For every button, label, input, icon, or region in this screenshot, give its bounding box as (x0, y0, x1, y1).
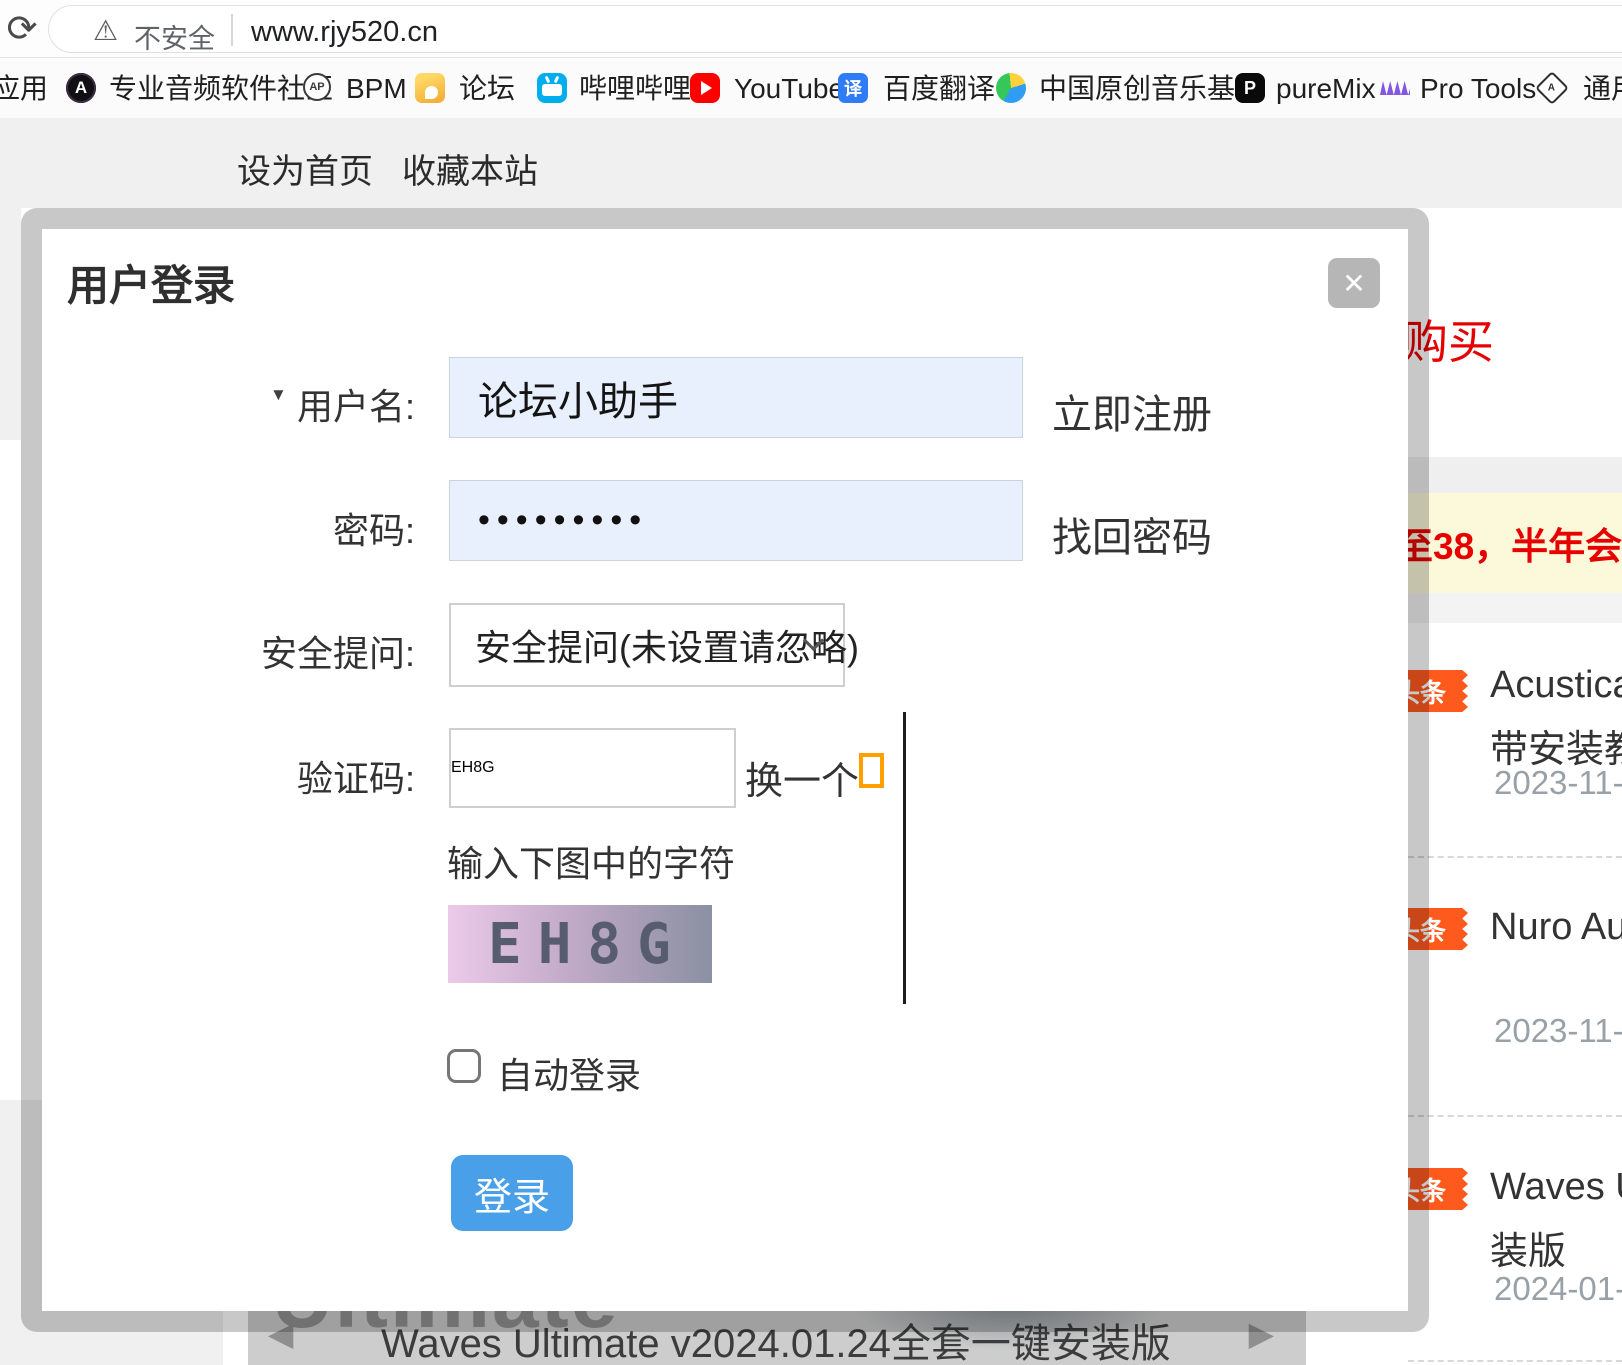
news-divider (1408, 856, 1622, 858)
bookmark-bilibili[interactable]: 哔哩哔哩 (579, 59, 691, 118)
captcha-image-text: EH8G (448, 912, 687, 977)
forum-icon[interactable] (415, 73, 445, 103)
bookmark-puremix[interactable]: pureMix (1276, 59, 1376, 118)
bookmarks-bar: 应用 A 专业音频软件社区 AP BPM 论坛 哔哩哔哩 YouTube 译 百… (0, 59, 1622, 118)
register-link[interactable]: 立即注册 (1052, 382, 1212, 440)
tv-screen-icon (542, 84, 562, 96)
captcha-input[interactable]: EH8G (449, 728, 736, 808)
browser-toolbar: ⟳ ⚠ 不安全 www.rjy520.cn (0, 0, 1622, 58)
login-modal: 用户登录 ✕ ▼ 用户名: 论坛小助手 立即注册 密码: ••••••••• 找… (21, 208, 1429, 1332)
username-value: 论坛小助手 (450, 369, 678, 427)
audio-community-icon[interactable]: A (66, 73, 96, 103)
bookmark-forum[interactable]: 论坛 (459, 59, 515, 118)
bookmark-site-link[interactable]: 收藏本站 (402, 144, 538, 193)
address-bar[interactable]: ⚠ 不安全 www.rjy520.cn (48, 5, 1622, 53)
bookmark-audio-community[interactable]: 专业音频软件社区 (109, 59, 333, 118)
music-base-icon[interactable] (996, 73, 1026, 103)
news-title[interactable]: Acustica (1490, 664, 1622, 707)
bookmark-youtube[interactable]: YouTube (734, 59, 844, 118)
bilibili-icon[interactable] (537, 73, 567, 103)
bookmark-bpm[interactable]: BPM (346, 59, 407, 118)
url-text[interactable]: www.rjy520.cn (251, 16, 438, 49)
broken-image-icon[interactable] (859, 753, 884, 788)
captcha-hint: 输入下图中的字符 (447, 835, 735, 887)
security-question-select[interactable]: 安全提问(未设置请忽略) (449, 603, 845, 687)
captcha-refresh-link[interactable]: 换一个 (745, 750, 859, 805)
news-date: 2024-01- (1494, 1270, 1622, 1308)
baidu-translate-icon[interactable]: 译 (838, 73, 868, 103)
close-icon[interactable]: ✕ (1328, 258, 1380, 308)
captcha-label: 验证码: (240, 750, 415, 802)
set-homepage-link[interactable]: 设为首页 (237, 144, 373, 193)
page-background-sliver (0, 208, 21, 440)
modal-title: 用户登录 (67, 252, 235, 313)
news-divider (1408, 1360, 1622, 1362)
bookmark-baidu-translate[interactable]: 百度翻译 (883, 59, 995, 118)
captcha-value: EH8G (451, 759, 495, 777)
username-label: 用户名: (240, 378, 415, 430)
password-label: 密码: (240, 502, 415, 554)
news-divider (1408, 1115, 1622, 1117)
not-secure-label[interactable]: 不安全 (134, 17, 215, 56)
captcha-image[interactable]: EH8G (448, 905, 712, 983)
ap-circle-icon[interactable]: AP (303, 73, 331, 101)
autologin-checkbox[interactable] (447, 1049, 481, 1083)
password-input[interactable]: ••••••••• (449, 480, 1023, 561)
username-input[interactable]: 论坛小助手 (449, 357, 1023, 438)
bookmark-music-base[interactable]: 中国原创音乐基地 (1039, 59, 1263, 118)
autologin-label[interactable]: 自动登录 (497, 1047, 641, 1099)
login-button[interactable]: 登录 (451, 1155, 573, 1231)
password-dots: ••••••••• (450, 501, 648, 540)
vertical-divider (903, 712, 906, 1004)
reload-icon[interactable]: ⟳ (0, 4, 44, 52)
recover-password-link[interactable]: 找回密码 (1052, 505, 1212, 563)
play-triangle-icon (701, 81, 712, 95)
bookmark-pro-tools[interactable]: Pro Tools (1420, 59, 1536, 118)
security-question-value: 安全提问(未设置请忽略) (451, 619, 859, 671)
security-question-label: 安全提问: (225, 625, 415, 677)
not-secure-warning-icon[interactable]: ⚠ (93, 14, 118, 47)
login-modal-body: 用户登录 ✕ ▼ 用户名: 论坛小助手 立即注册 密码: ••••••••• 找… (42, 229, 1408, 1311)
youtube-icon[interactable] (690, 73, 720, 103)
screen: ⟳ ⚠ 不安全 www.rjy520.cn 应用 A 专业音频软件社区 AP B… (0, 0, 1622, 1365)
news-date: 2023-11- (1494, 1012, 1622, 1050)
puremix-icon[interactable]: P (1235, 73, 1265, 103)
bookmark-apps[interactable]: 应用 (0, 59, 48, 118)
news-title[interactable]: Nuro Au (1490, 906, 1622, 949)
news-date: 2023-11- (1494, 764, 1622, 802)
avid-icon[interactable] (1380, 81, 1410, 95)
bookmark-generic[interactable]: 通用 (1583, 59, 1622, 118)
news-title[interactable]: Waves U (1490, 1166, 1622, 1209)
generic-diamond-icon[interactable]: A (1535, 71, 1569, 105)
forum-bubble-icon (425, 86, 438, 99)
address-separator (231, 14, 233, 46)
news-title-line2[interactable]: 装版 (1490, 1220, 1566, 1275)
